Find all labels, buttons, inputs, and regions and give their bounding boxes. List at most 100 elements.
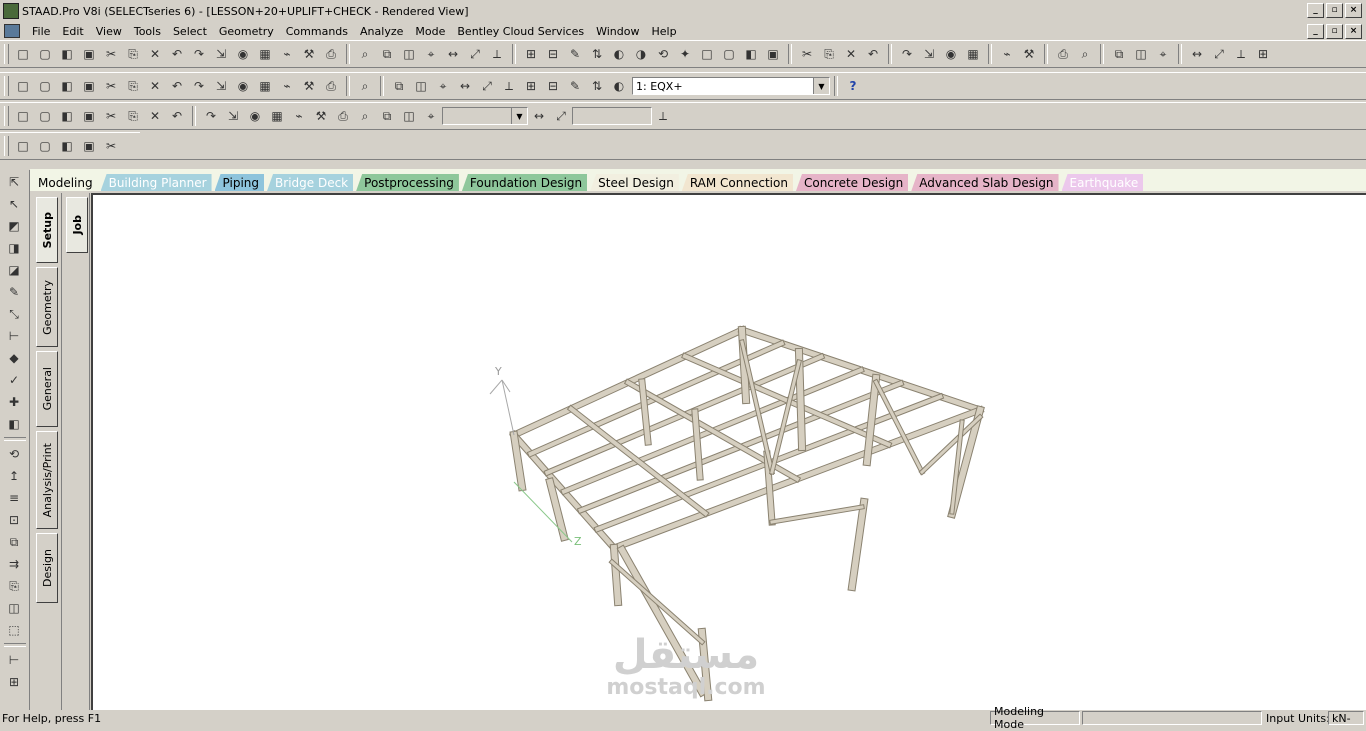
page-tab-concrete-design[interactable]: Concrete Design bbox=[795, 174, 909, 191]
minimize-button[interactable]: _ bbox=[1307, 3, 1324, 18]
page-tab-postprocessing[interactable]: Postprocessing bbox=[356, 174, 459, 191]
print-tool-icon-16[interactable]: ⧉ bbox=[377, 44, 397, 64]
left-tool-icon-15[interactable]: ⊡ bbox=[4, 510, 24, 530]
struct-tool-icon-25[interactable]: ⇅ bbox=[587, 44, 607, 64]
zoom-tool-icon-17[interactable]: ◫ bbox=[411, 76, 431, 96]
select-tool-icon-5[interactable]: ⎘ bbox=[123, 76, 143, 96]
sect-tool-icon-44[interactable]: ⎙ bbox=[1053, 44, 1073, 64]
left-tool-icon-4[interactable]: ◪ bbox=[4, 260, 24, 280]
menu-file[interactable]: File bbox=[26, 25, 56, 38]
load-case-select[interactable]: 1: EQX+ ▼ bbox=[632, 77, 830, 95]
left-tool-icon-7[interactable]: ⊢ bbox=[4, 326, 24, 346]
file-tool-icon-3[interactable]: ▣ bbox=[79, 44, 99, 64]
left-tool-icon-11[interactable]: ◧ bbox=[4, 414, 24, 434]
select-tool-icon-6[interactable]: ✕ bbox=[145, 76, 165, 96]
page-tab-foundation-design[interactable]: Foundation Design bbox=[461, 174, 588, 191]
column-front-right[interactable] bbox=[848, 498, 868, 591]
rotate-tool-icon-17[interactable]: ◫ bbox=[399, 106, 419, 126]
select-tool-icon-2[interactable]: ◧ bbox=[57, 76, 77, 96]
left-tool-icon-21[interactable]: ⊢ bbox=[4, 650, 24, 670]
struct-tool-icon-30[interactable]: □ bbox=[697, 44, 717, 64]
file-tool-icon-13[interactable]: ⚒ bbox=[299, 44, 319, 64]
doc-minimize-button[interactable]: _ bbox=[1307, 24, 1324, 39]
left-tool-icon-3[interactable]: ◨ bbox=[4, 238, 24, 258]
struct-tool-icon-26[interactable]: ◐ bbox=[609, 44, 629, 64]
report-tool-icon-52[interactable]: ⊞ bbox=[1253, 44, 1273, 64]
geom-tool-icon-4[interactable]: ✂ bbox=[101, 136, 121, 156]
left-tool-icon-9[interactable]: ✓ bbox=[4, 370, 24, 390]
toolbar-grip[interactable] bbox=[4, 44, 9, 64]
left-tool-icon-22[interactable]: ⊞ bbox=[4, 672, 24, 692]
file-tool-icon-11[interactable]: ▦ bbox=[255, 44, 275, 64]
file-tool-icon-0[interactable]: □ bbox=[13, 44, 33, 64]
print-tool-icon-15[interactable]: ⌕ bbox=[355, 44, 375, 64]
file-tool-icon-2[interactable]: ◧ bbox=[57, 44, 77, 64]
side-tab-general[interactable]: General bbox=[36, 351, 58, 427]
left-tool-icon-0[interactable]: ⇱ bbox=[4, 172, 24, 192]
menu-commands[interactable]: Commands bbox=[280, 25, 354, 38]
rotate-tool-icon-15[interactable]: ⌕ bbox=[355, 106, 375, 126]
select-tool-icon-7[interactable]: ↶ bbox=[167, 76, 187, 96]
report-tool-icon-49[interactable]: ↔ bbox=[1187, 44, 1207, 64]
file-tool-icon-14[interactable]: ⎙ bbox=[321, 44, 341, 64]
member-tool-icon-39[interactable]: ⇲ bbox=[919, 44, 939, 64]
view-tool-icon-1[interactable]: ▢ bbox=[35, 106, 55, 126]
select-tool-icon-10[interactable]: ◉ bbox=[233, 76, 253, 96]
struct-tool-icon-31[interactable]: ▢ bbox=[719, 44, 739, 64]
sect-tool-icon-45[interactable]: ⌕ bbox=[1075, 44, 1095, 64]
struct-tool-icon-22[interactable]: ⊞ bbox=[521, 44, 541, 64]
menu-mode[interactable]: Mode bbox=[409, 25, 451, 38]
file-tool-icon-12[interactable]: ⌁ bbox=[277, 44, 297, 64]
document-icon[interactable] bbox=[4, 24, 20, 38]
toolbar-grip[interactable] bbox=[4, 136, 9, 156]
geom-tool-icon-2[interactable]: ◧ bbox=[57, 136, 77, 156]
select-tool-icon-8[interactable]: ↷ bbox=[189, 76, 209, 96]
page-tab-steel-design[interactable]: Steel Design bbox=[590, 174, 679, 191]
file-tool-icon-1[interactable]: ▢ bbox=[35, 44, 55, 64]
view-tool-icon-3[interactable]: ▣ bbox=[79, 106, 99, 126]
side-tab-geometry[interactable]: Geometry bbox=[36, 267, 58, 347]
page-tab-earthquake[interactable]: Earthquake bbox=[1061, 174, 1144, 191]
zoom-tool-icon-23[interactable]: ⊟ bbox=[543, 76, 563, 96]
menu-window[interactable]: Window bbox=[590, 25, 645, 38]
member-tool-icon-40[interactable]: ◉ bbox=[941, 44, 961, 64]
snap-tool-icon-35[interactable]: ⎘ bbox=[819, 44, 839, 64]
left-tool-icon-18[interactable]: ⎘ bbox=[4, 576, 24, 596]
print-tool-icon-19[interactable]: ↔ bbox=[443, 44, 463, 64]
fit-tool-icon-15[interactable]: ⌕ bbox=[355, 76, 375, 96]
struct-tool-icon-23[interactable]: ⊟ bbox=[543, 44, 563, 64]
file-tool-icon-6[interactable]: ✕ bbox=[145, 44, 165, 64]
rendered-viewport[interactable]: Y Z مستقل mostaql.com bbox=[91, 193, 1366, 710]
file-tool-icon-8[interactable]: ↷ bbox=[189, 44, 209, 64]
side-tab-setup[interactable]: Setup bbox=[36, 197, 58, 263]
view-tool-icon-0[interactable]: □ bbox=[13, 106, 33, 126]
select-tool-icon-11[interactable]: ▦ bbox=[255, 76, 275, 96]
rotate-tool-icon-14[interactable]: ⎙ bbox=[333, 106, 353, 126]
left-tool-icon-20[interactable]: ⬚ bbox=[4, 620, 24, 640]
help-icon[interactable]: ? bbox=[843, 76, 863, 96]
member-tool-icon-38[interactable]: ↷ bbox=[897, 44, 917, 64]
mat-tool-icon-43[interactable]: ⚒ bbox=[1019, 44, 1039, 64]
menu-analyze[interactable]: Analyze bbox=[354, 25, 409, 38]
print-tool-icon-21[interactable]: ⟂ bbox=[487, 44, 507, 64]
staad-app-icon[interactable] bbox=[3, 3, 19, 19]
rotate-tool-icon-18[interactable]: ⌖ bbox=[421, 106, 441, 126]
column-front-left[interactable] bbox=[610, 544, 622, 606]
zoom-tool-icon-24[interactable]: ✎ bbox=[565, 76, 585, 96]
view-tool-icon-7[interactable]: ↶ bbox=[167, 106, 187, 126]
rotate-tool-icon-9[interactable]: ⇲ bbox=[223, 106, 243, 126]
doc-close-button[interactable]: × bbox=[1345, 24, 1362, 39]
page-tab-building-planner[interactable]: Building Planner bbox=[100, 174, 212, 191]
menu-view[interactable]: View bbox=[90, 25, 128, 38]
zoom-tool-icon-19[interactable]: ↔ bbox=[455, 76, 475, 96]
select-tool-icon-4[interactable]: ✂ bbox=[101, 76, 121, 96]
chevron-down-icon[interactable]: ▼ bbox=[813, 78, 829, 94]
select-tool-icon-0[interactable]: □ bbox=[13, 76, 33, 96]
mat-tool-icon-42[interactable]: ⌁ bbox=[997, 44, 1017, 64]
rotate-tool-icon-12[interactable]: ⌁ bbox=[289, 106, 309, 126]
snap-tool-icon-34[interactable]: ✂ bbox=[797, 44, 817, 64]
zoom-tool-icon-20[interactable]: ⤢ bbox=[477, 76, 497, 96]
left-tool-icon-10[interactable]: ✚ bbox=[4, 392, 24, 412]
zoom-tool-icon-26[interactable]: ◐ bbox=[609, 76, 629, 96]
left-tool-icon-13[interactable]: ↥ bbox=[4, 466, 24, 486]
